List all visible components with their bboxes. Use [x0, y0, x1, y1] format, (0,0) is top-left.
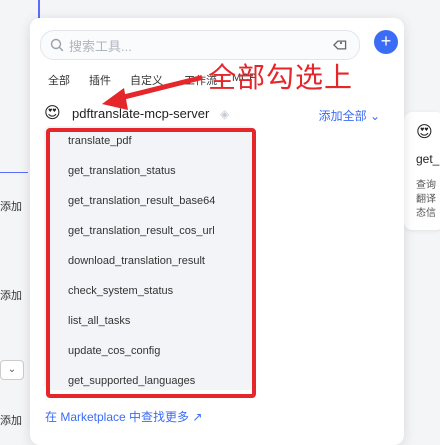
tool-card-desc: 查询 [416, 180, 436, 191]
tool-item[interactable]: translate_pdf [68, 135, 132, 147]
marketplace-link[interactable]: 在 Marketplace 中查找更多 ↗ [45, 408, 202, 425]
tab-plugins[interactable]: 插件 [89, 72, 111, 88]
tool-card-desc: 态信 [416, 208, 436, 219]
tag-icon[interactable] [333, 37, 349, 53]
server-name: pdftranslate-mcp-server [72, 106, 210, 121]
tab-all[interactable]: 全部 [48, 72, 70, 88]
tool-card-desc: 翻译 [416, 194, 436, 205]
server-emoji-icon: 😍 [44, 105, 61, 122]
background-add-label[interactable]: 添加 [0, 287, 22, 303]
server-header: 😍 pdftranslate-mcp-server ◈ 添加全部 ⌄ [44, 104, 394, 124]
search-input[interactable] [67, 34, 301, 58]
background-add-label[interactable]: 添加 [0, 412, 22, 428]
tool-item[interactable]: get_translation_status [68, 165, 176, 177]
tool-list: translate_pdf get_translation_status get… [44, 126, 254, 390]
tool-item[interactable]: check_system_status [68, 285, 173, 297]
annotation-text: 全部勾选上 [208, 61, 354, 94]
add-all-button[interactable]: 添加全部 ⌄ [319, 107, 380, 124]
server-emoji-icon: 😍 [416, 124, 433, 141]
tool-item[interactable]: download_translation_result [68, 255, 205, 267]
tab-custom[interactable]: 自定义 [130, 72, 163, 88]
background-tool-card[interactable]: 😍 get_ 查询 翻译 态信 [404, 112, 440, 230]
search-icon [50, 38, 64, 52]
tool-card-name: get_ [416, 152, 440, 166]
background-accent-line [38, 0, 40, 18]
background-add-label[interactable]: 添加 [0, 198, 22, 214]
server-badge-icon: ◈ [220, 107, 230, 121]
tool-item[interactable]: list_all_tasks [68, 315, 130, 327]
tool-item[interactable]: update_cos_config [68, 345, 160, 357]
background-select[interactable]: ⌄ [0, 360, 24, 380]
add-button[interactable]: + [374, 30, 398, 54]
tool-item[interactable]: get_translation_result_base64 [68, 195, 215, 207]
tool-item[interactable]: get_translation_result_cos_url [68, 225, 215, 237]
tool-item[interactable]: get_supported_languages [68, 375, 195, 387]
